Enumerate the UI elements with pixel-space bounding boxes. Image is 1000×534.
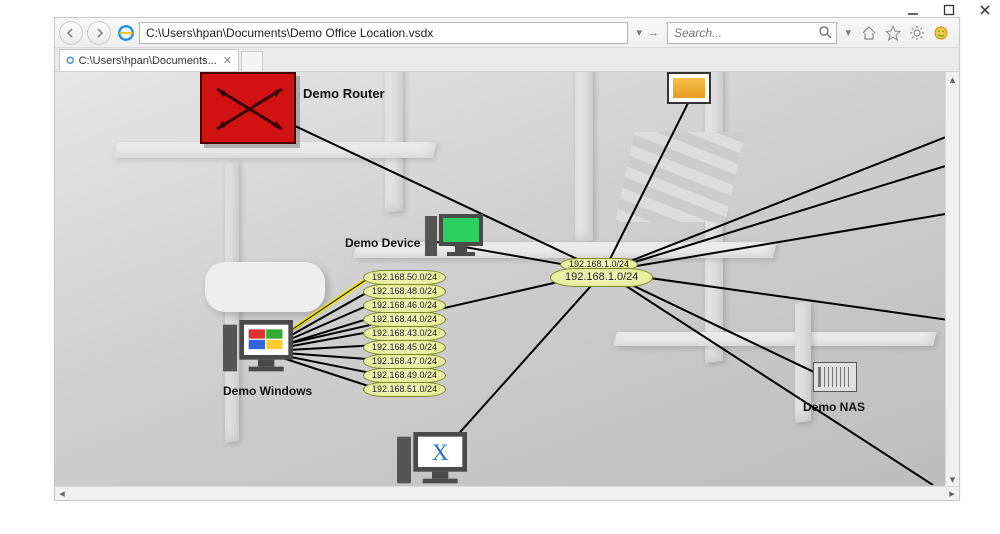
search-input[interactable]	[667, 22, 837, 44]
address-bar[interactable]: C:\Users\hpan\Documents\Demo Office Loca…	[139, 22, 628, 44]
subnet-6[interactable]: 192.168.47.0/24	[363, 354, 446, 369]
scroll-left-icon[interactable]: ◂	[55, 487, 69, 501]
subnet-2[interactable]: 192.168.46.0/24	[363, 298, 446, 313]
scroll-up-icon[interactable]: ▴	[946, 72, 960, 86]
subnet-8[interactable]: 192.168.51.0/24	[363, 382, 446, 397]
feedback-smile-icon[interactable]	[933, 25, 949, 41]
network-overlay: Demo Router Demo Device	[55, 72, 959, 486]
subnet-7[interactable]: 192.168.49.0/24	[363, 368, 446, 383]
subnet-1[interactable]: 192.168.48.0/24	[363, 284, 446, 299]
ie-logo-icon	[117, 24, 135, 42]
small-device-node[interactable]	[667, 72, 711, 104]
favorites-star-icon[interactable]	[885, 25, 901, 41]
svg-text:X: X	[432, 440, 449, 466]
scroll-right-icon[interactable]: ▸	[945, 487, 959, 501]
search-dropdown-icon[interactable]: ▾	[845, 26, 851, 39]
tab-strip: C:\Users\hpan\Documents... ✕	[55, 48, 959, 72]
toolbar-icons	[855, 25, 955, 41]
tab-active[interactable]: C:\Users\hpan\Documents... ✕	[59, 49, 239, 71]
address-dropdown-icon[interactable]: ▾	[636, 26, 642, 39]
new-tab-button[interactable]	[241, 51, 263, 71]
demo-nas-node[interactable]	[813, 362, 857, 392]
address-text: C:\Users\hpan\Documents\Demo Office Loca…	[146, 26, 433, 40]
window-maximize-button[interactable]	[942, 3, 956, 17]
router-node[interactable]	[200, 72, 296, 144]
demo-nas-label: Demo NAS	[803, 400, 865, 414]
tab-close-button[interactable]: ✕	[223, 54, 232, 67]
network-lines	[55, 72, 959, 485]
scroll-down-icon[interactable]: ▾	[946, 472, 960, 486]
subnet-3[interactable]: 192.168.44.0/24	[363, 312, 446, 327]
address-go-icon[interactable]: →	[648, 27, 659, 39]
demo-windows-node[interactable]	[223, 320, 283, 368]
address-controls: ▾ →	[632, 26, 663, 39]
window-close-button[interactable]	[978, 3, 992, 17]
demo-device-node[interactable]	[425, 212, 485, 260]
center-subnet-main[interactable]: 192.168.1.0/24	[550, 268, 653, 287]
horizontal-scrollbar[interactable]: ◂ ▸	[55, 486, 959, 500]
window-minimize-button[interactable]	[906, 3, 920, 17]
subnet-0[interactable]: 192.168.50.0/24	[363, 270, 446, 285]
nav-forward-button[interactable]	[87, 21, 111, 45]
home-icon[interactable]	[861, 25, 877, 41]
tab-favicon-ie-icon	[66, 54, 75, 68]
vertical-scrollbar[interactable]: ▴ ▾	[945, 72, 959, 486]
settings-gear-icon[interactable]	[909, 25, 925, 41]
demo-windows-label: Demo Windows	[223, 384, 312, 398]
document-viewport[interactable]: Demo Router Demo Device	[55, 72, 959, 486]
subnet-5[interactable]: 192.168.45.0/24	[363, 340, 446, 355]
browser-toolbar: C:\Users\hpan\Documents\Demo Office Loca…	[55, 18, 959, 48]
demo-device-label: Demo Device	[345, 236, 420, 250]
tab-title-text: C:\Users\hpan\Documents...	[79, 55, 217, 67]
demo-mac-node[interactable]: X	[397, 432, 457, 480]
subnet-4[interactable]: 192.168.43.0/24	[363, 326, 446, 341]
router-label: Demo Router	[303, 86, 385, 101]
search-icon[interactable]	[818, 25, 832, 39]
search-wrap: ▾	[667, 22, 837, 44]
nav-back-button[interactable]	[59, 21, 83, 45]
ie-browser-frame: C:\Users\hpan\Documents\Demo Office Loca…	[54, 17, 960, 501]
